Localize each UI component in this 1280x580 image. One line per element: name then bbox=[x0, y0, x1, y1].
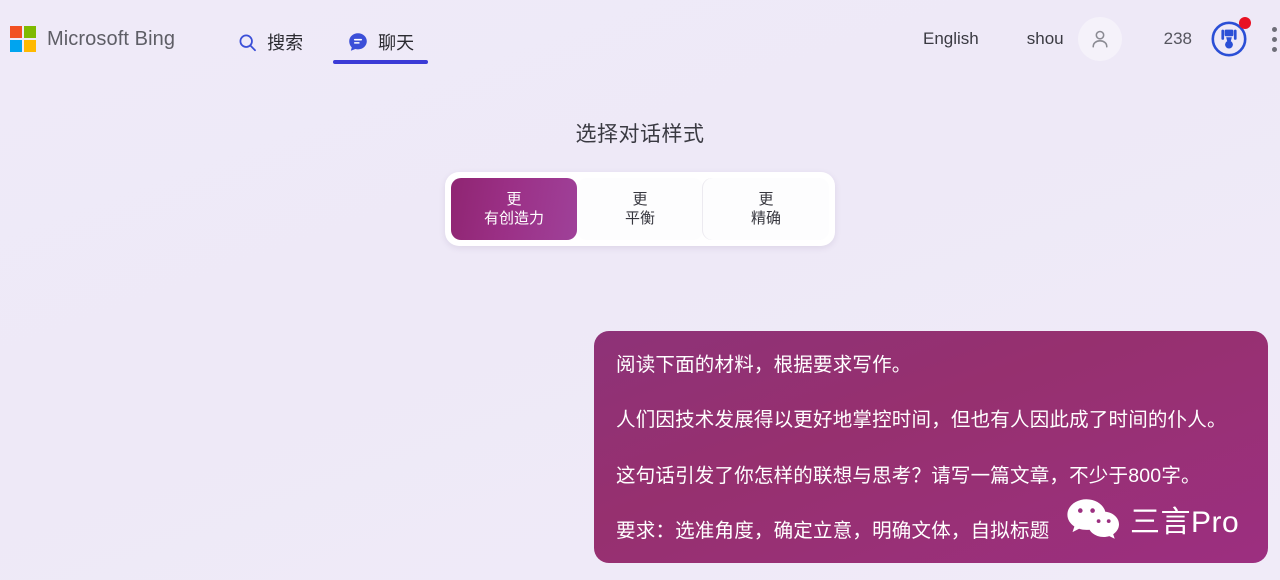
rewards-points-count: 238 bbox=[1163, 29, 1192, 48]
style-option-balanced[interactable]: 更 平衡 bbox=[577, 178, 703, 240]
top-header: Microsoft Bing 搜索 聊天 English shou 238 bbox=[0, 0, 1280, 78]
nav-item-search-label: 搜索 bbox=[267, 33, 304, 53]
message-line: 阅读下面的材料，根据要求写作。 bbox=[616, 354, 912, 376]
microsoft-logo-icon bbox=[10, 26, 36, 52]
active-tab-indicator bbox=[333, 60, 429, 64]
style-option-creative-line2: 有创造力 bbox=[483, 210, 544, 227]
style-option-balanced-line1: 更 bbox=[632, 190, 648, 208]
brand-logo[interactable]: Microsoft Bing bbox=[10, 26, 175, 52]
style-option-precise-line2: 精确 bbox=[750, 210, 781, 227]
language-selector[interactable]: English bbox=[923, 29, 979, 49]
header-right-cluster: English shou 238 bbox=[923, 17, 1280, 61]
nav-item-chat-label: 聊天 bbox=[378, 33, 415, 53]
conversation-style-section: 选择对话样式 更 有创造力 更 平衡 更 精确 bbox=[0, 118, 1280, 246]
message-line: 这句话引发了你怎样的联想与思考？请写一篇文章，不少于800字。 bbox=[616, 464, 1201, 487]
nav-item-chat[interactable]: 聊天 bbox=[333, 0, 429, 64]
person-icon bbox=[1092, 30, 1108, 48]
chat-bubble-icon bbox=[347, 31, 369, 53]
conversation-style-card: 更 有创造力 更 平衡 更 精确 bbox=[445, 172, 835, 246]
page-title: 选择对话样式 bbox=[575, 123, 705, 146]
message-line: 人们因技术发展得以更好地掌控时间，但也有人因此成了时间的仆人。 bbox=[616, 409, 1227, 432]
more-vertical-icon[interactable] bbox=[1272, 20, 1280, 58]
style-option-precise-line1: 更 bbox=[758, 190, 774, 208]
user-name-label[interactable]: shou bbox=[1027, 29, 1064, 49]
nav-item-search[interactable]: 搜索 bbox=[237, 0, 303, 62]
main-nav: 搜索 聊天 bbox=[237, 0, 429, 78]
style-option-creative[interactable]: 更 有创造力 bbox=[451, 178, 577, 240]
user-message-bubble: 阅读下面的材料，根据要求写作。 人们因技术发展得以更好地掌控时间，但也有人因此成… bbox=[594, 331, 1268, 563]
style-option-creative-line1: 更 bbox=[506, 190, 522, 208]
search-icon bbox=[237, 32, 258, 53]
avatar[interactable] bbox=[1077, 17, 1122, 61]
style-option-balanced-line2: 平衡 bbox=[624, 210, 655, 227]
message-line: 要求：选准角度，确定立意，明确文体，自拟标题 bbox=[616, 520, 1050, 543]
notification-dot bbox=[1239, 17, 1251, 29]
rewards-medal-icon[interactable] bbox=[1208, 17, 1251, 60]
style-option-precise[interactable]: 更 精确 bbox=[703, 178, 829, 240]
brand-name: Microsoft Bing bbox=[47, 27, 176, 50]
